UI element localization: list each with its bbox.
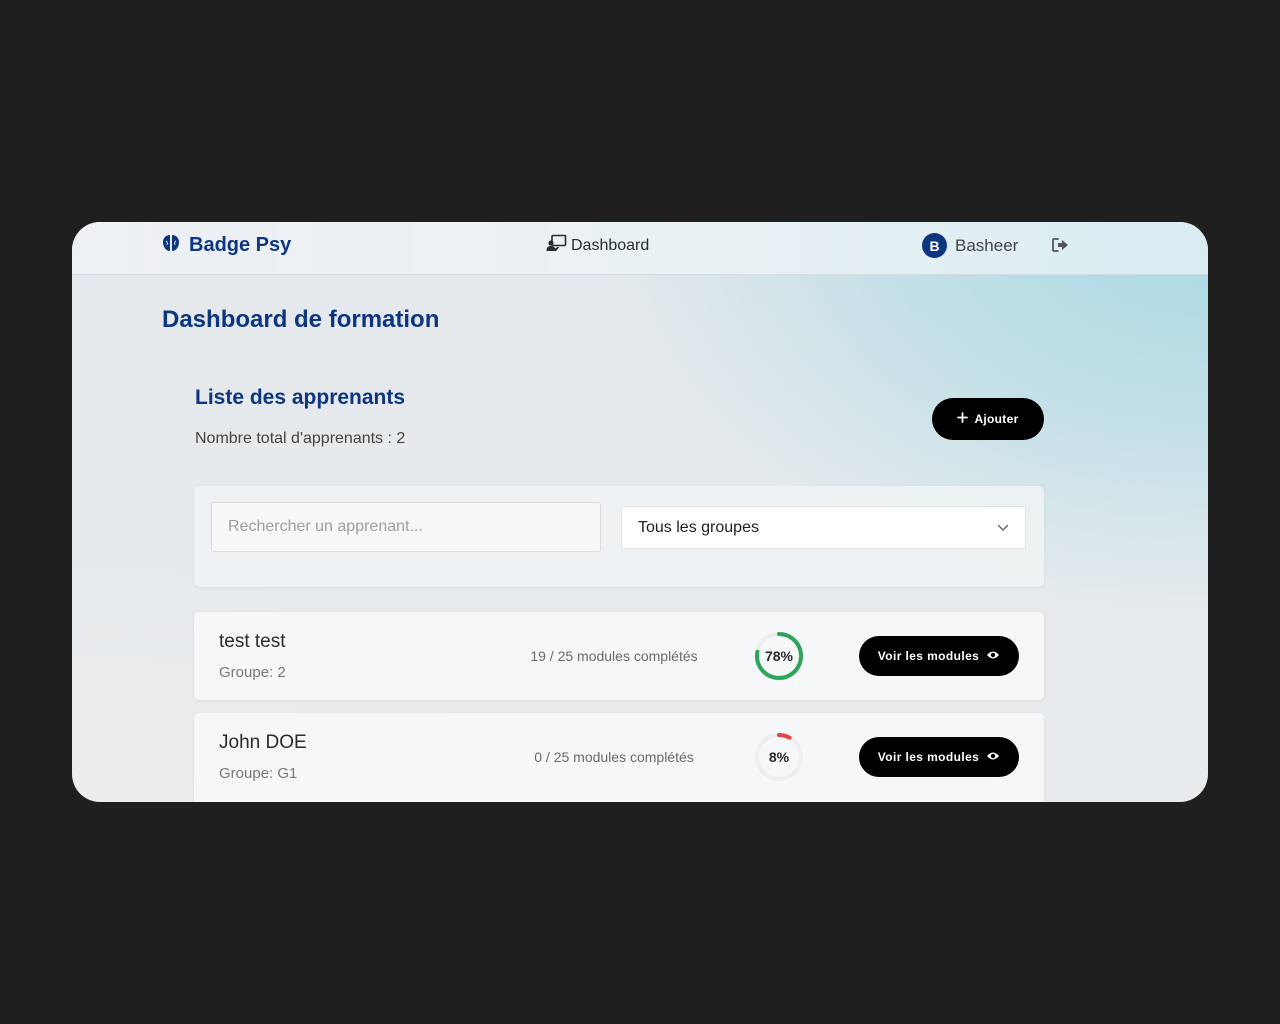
plus-icon: [957, 412, 969, 426]
top-navbar: Badge Psy Dashboard B Basheer: [72, 222, 1208, 275]
user-menu[interactable]: B Basheer: [922, 233, 1018, 258]
avatar: B: [922, 233, 947, 258]
user-name: Basheer: [955, 235, 1019, 255]
view-modules-label: Voir les modules: [877, 750, 980, 764]
logout-icon[interactable]: [1051, 237, 1070, 258]
learner-group: Groupe: 2: [219, 664, 286, 681]
brand-logo[interactable]: Badge Psy: [161, 233, 291, 258]
nav-dashboard-link[interactable]: Dashboard: [546, 234, 649, 257]
learner-name: test test: [219, 631, 286, 652]
group-select-value: Tous les groupes: [638, 518, 759, 536]
page-title: Dashboard de formation: [162, 306, 440, 333]
modules-completed: 0 / 25 modules complétés: [534, 749, 694, 765]
filter-panel: Tous les groupes: [194, 486, 1044, 587]
brand-name: Badge Psy: [189, 234, 292, 256]
view-modules-button[interactable]: Voir les modules: [859, 636, 1019, 676]
nav-dashboard-label: Dashboard: [571, 236, 650, 254]
learners-total: Nombre total d'apprenants : 2: [195, 430, 406, 447]
learners-section-title: Liste des apprenants: [195, 386, 406, 409]
learner-row: John DOE Groupe: G1 0 / 25 modules compl…: [194, 713, 1044, 802]
add-learner-label: Ajouter: [974, 412, 1019, 426]
learner-row: test test Groupe: 2 19 / 25 modules comp…: [194, 612, 1044, 700]
brain-icon: [161, 233, 181, 258]
modules-completed: 19 / 25 modules complétés: [530, 648, 698, 664]
view-modules-button[interactable]: Voir les modules: [859, 737, 1019, 777]
progress-percent: 78%: [764, 648, 794, 664]
eye-icon: [986, 649, 1000, 663]
search-input[interactable]: [211, 502, 601, 552]
app-window: Badge Psy Dashboard B Basheer Dashboard …: [72, 222, 1208, 802]
group-select[interactable]: Tous les groupes: [621, 506, 1026, 549]
progress-percent: 8%: [768, 749, 790, 765]
view-modules-label: Voir les modules: [877, 649, 980, 663]
presentation-icon: [546, 234, 567, 257]
learner-group: Groupe: G1: [219, 765, 298, 782]
learner-name: John DOE: [219, 732, 307, 753]
add-learner-button[interactable]: Ajouter: [932, 398, 1044, 440]
eye-icon: [986, 750, 1000, 764]
chevron-down-icon: [997, 519, 1009, 537]
